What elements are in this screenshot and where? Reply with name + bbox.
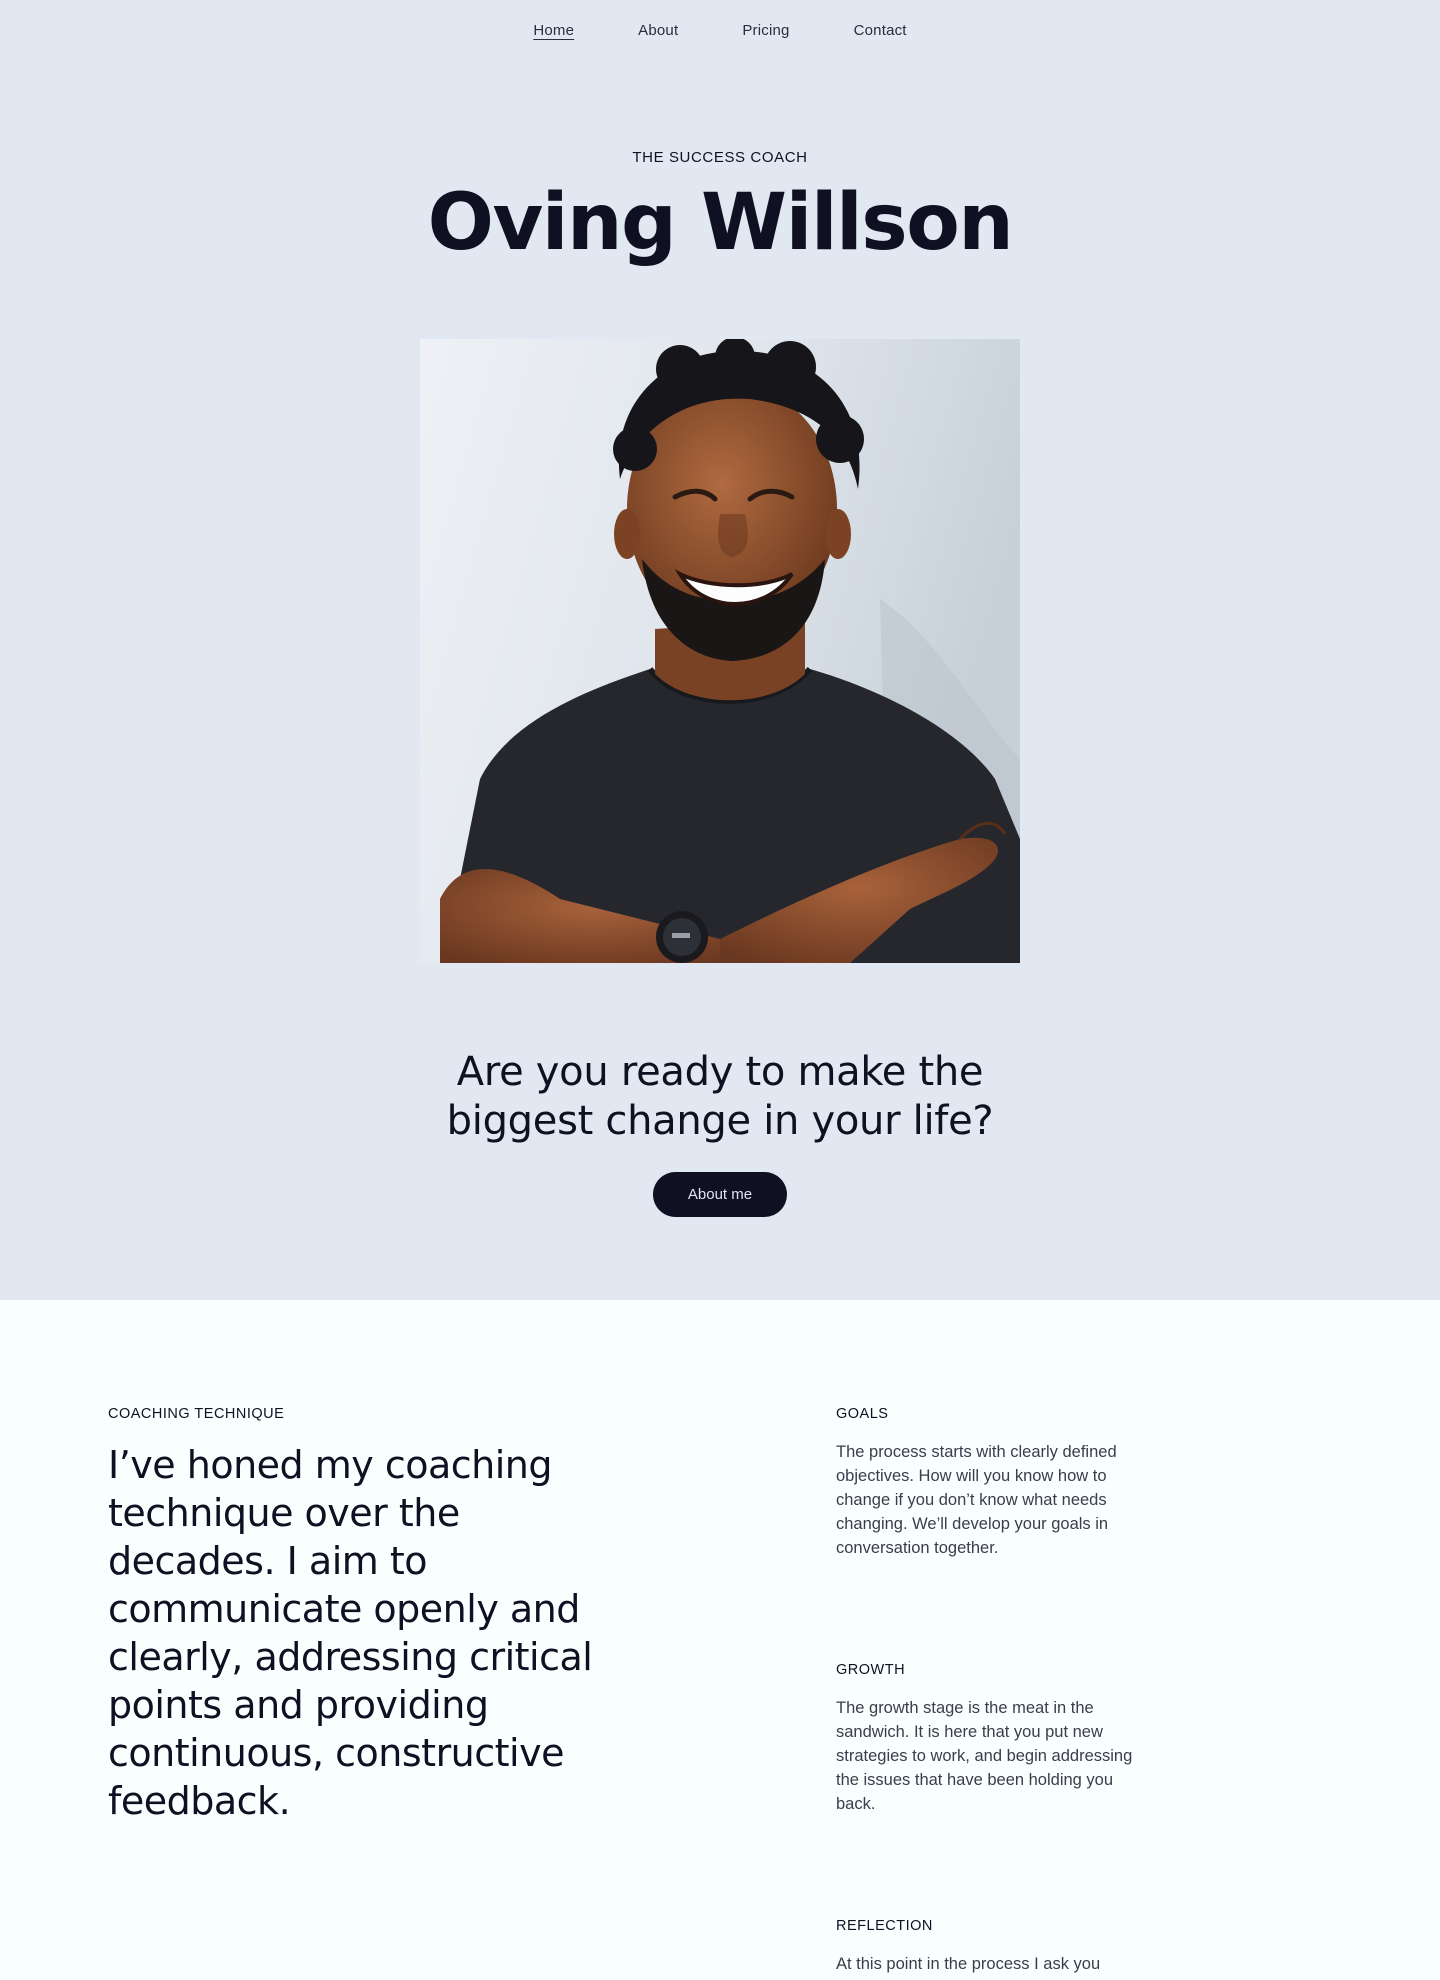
step-title: REFLECTION xyxy=(836,1918,933,1934)
tagline-line-2: biggest change in your life? xyxy=(446,1098,994,1144)
step-title: GROWTH xyxy=(836,1662,906,1678)
hero-tagline: Are you ready to make the biggest change… xyxy=(0,1048,1440,1146)
step-title: GOALS xyxy=(836,1406,889,1422)
nav-pricing-link[interactable]: Pricing xyxy=(742,22,789,39)
step-growth: GROWTH The growth stage is the meat in t… xyxy=(836,1662,1136,1816)
technique-eyebrow: COACHING TECHNIQUE xyxy=(108,1406,285,1422)
hero-eyebrow: THE SUCCESS COACH xyxy=(632,149,808,166)
step-goals: GOALS The process starts with clearly de… xyxy=(836,1406,1136,1560)
nav-home-link[interactable]: Home xyxy=(533,22,574,39)
tagline-line-1: Are you ready to make the xyxy=(456,1049,984,1095)
step-body: The growth stage is the meat in the sand… xyxy=(836,1699,1133,1813)
step-body: The process starts with clearly defined … xyxy=(836,1443,1117,1557)
technique-statement: I’ve honed my coaching technique over th… xyxy=(108,1443,593,1823)
nav-about-link[interactable]: About xyxy=(638,22,678,39)
about-me-button[interactable]: About me xyxy=(653,1172,787,1217)
hero-title: Oving Willson xyxy=(427,178,1014,268)
step-reflection: REFLECTION At this point in the process … xyxy=(836,1918,1136,1976)
step-body: At this point in the process I ask you xyxy=(836,1955,1101,1973)
coaching-section: COACHING TECHNIQUE I’ve honed my coachin… xyxy=(0,1300,1440,1980)
portrait-image xyxy=(420,339,1020,963)
main-nav: Home About Pricing Contact xyxy=(0,22,1440,39)
nav-contact-link[interactable]: Contact xyxy=(854,22,907,39)
hero-section: Home About Pricing Contact THE SUCCESS C… xyxy=(0,0,1440,1300)
